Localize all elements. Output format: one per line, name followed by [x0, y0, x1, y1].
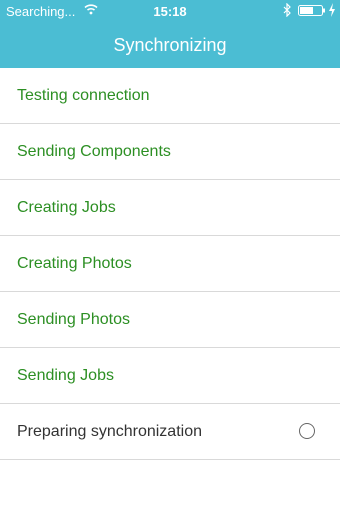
step-label: Sending Photos: [17, 311, 130, 328]
step-label: Sending Jobs: [17, 367, 114, 384]
step-label: Creating Photos: [17, 255, 132, 272]
charging-icon: [329, 3, 335, 17]
step-label: Sending Components: [17, 143, 171, 160]
nav-header: Searching... 15:18 Synchronizing: [0, 0, 340, 68]
list-item: Sending Photos: [0, 292, 340, 348]
sync-steps-list: Testing connection Sending Components Cr…: [0, 68, 340, 460]
step-label: Testing connection: [17, 87, 150, 104]
list-item: Creating Photos: [0, 236, 340, 292]
list-item: Sending Jobs: [0, 348, 340, 404]
list-item: Preparing synchronization: [0, 404, 340, 460]
status-bar: Searching... 15:18: [0, 0, 340, 22]
list-item: Creating Jobs: [0, 180, 340, 236]
list-item: Testing connection: [0, 68, 340, 124]
page-title: Synchronizing: [113, 35, 227, 55]
list-item: Sending Components: [0, 124, 340, 180]
step-label: Creating Jobs: [17, 199, 116, 216]
step-label: Preparing synchronization: [17, 423, 202, 440]
battery-icon: [298, 5, 325, 16]
radio-circle-icon: [299, 423, 315, 439]
bluetooth-icon: [283, 3, 291, 17]
